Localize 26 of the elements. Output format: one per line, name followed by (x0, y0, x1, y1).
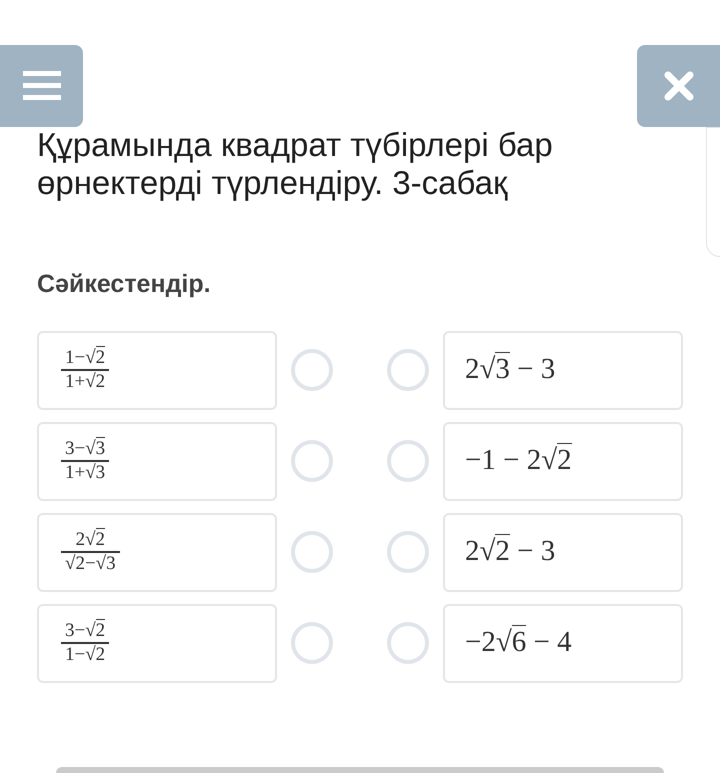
answer-expression: 2√3 − 3 (465, 351, 556, 388)
menu-button[interactable] (0, 45, 83, 127)
answer-expression: −1 − 2√2 (465, 442, 572, 478)
lesson-title: Құрамында квадрат түбірлері бар өрнектерді түрлендіру. 3-сабақ (37, 126, 554, 202)
radio-button[interactable] (291, 622, 333, 664)
answer-expression: −2√6 − 4 (465, 624, 572, 660)
fraction-denominator: 1−√2 (64, 644, 106, 666)
radio-button[interactable] (387, 440, 429, 482)
radio-button[interactable] (291, 349, 333, 391)
menu-icon (22, 70, 60, 102)
radio-button[interactable] (387, 349, 429, 391)
radio-button[interactable] (387, 531, 429, 573)
answer-expression: 2√2 − 3 (465, 533, 556, 570)
fraction-denominator: √2−√3 (64, 553, 117, 575)
close-icon (664, 71, 694, 101)
fraction-denominator: 1+√3 (64, 462, 106, 484)
fraction-denominator: 1+√2 (64, 371, 106, 393)
radio-button[interactable] (387, 622, 429, 664)
radio-button[interactable] (291, 440, 333, 482)
fraction-numerator: 1−√2 (64, 347, 106, 369)
close-button[interactable] (637, 45, 720, 127)
fraction-numerator: 2√2 (74, 529, 106, 551)
fraction-numerator: 3−√2 (64, 620, 106, 642)
fraction-numerator: 3−√3 (64, 438, 106, 460)
instruction-text: Сәйкестендір. (37, 269, 212, 300)
radio-button[interactable] (291, 531, 333, 573)
